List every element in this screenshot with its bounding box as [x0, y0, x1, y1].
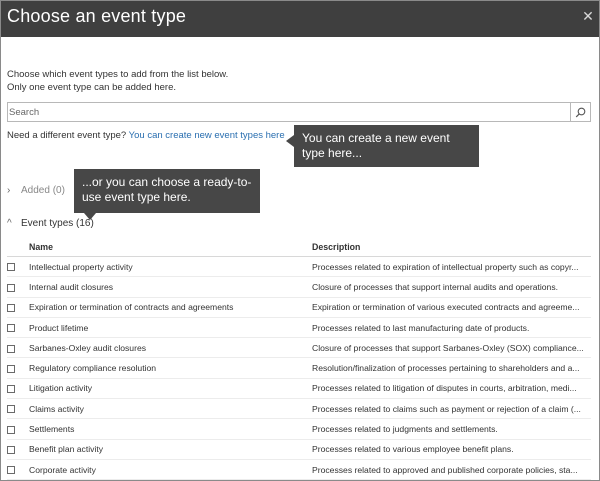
added-section-toggle[interactable]: › Added (0): [7, 185, 65, 196]
event-type-description: Processes related to expiration of intel…: [312, 256, 591, 278]
row-checkbox[interactable]: [7, 263, 15, 272]
table-row[interactable]: Sarbanes-Oxley audit closures Closure of …: [7, 337, 591, 359]
row-checkbox[interactable]: [7, 344, 15, 353]
row-checkbox-cell: [7, 459, 29, 480]
select-column-header: [7, 237, 29, 257]
row-checkbox-cell: [7, 418, 29, 440]
create-prompt: Need a different event type?: [7, 130, 127, 141]
table-row[interactable]: Regulatory compliance resolution Resoluti…: [7, 357, 591, 379]
row-checkbox[interactable]: [7, 303, 15, 312]
row-checkbox-cell: [7, 439, 29, 460]
row-checkbox[interactable]: [7, 283, 15, 292]
table-row[interactable]: Internal audit closures Closure of proces…: [7, 276, 591, 298]
intro-line-1: Choose which event types to add from the…: [7, 69, 229, 80]
event-type-name: Corporate activity: [29, 459, 312, 480]
table-row[interactable]: Settlements Processes related to judgment…: [7, 418, 591, 440]
event-type-description: Processes related to litigation of dispu…: [312, 378, 591, 400]
row-checkbox-cell: [7, 297, 29, 318]
search-icon: [575, 107, 586, 117]
row-checkbox-cell: [7, 317, 29, 339]
dialog-titlebar: Choose an event type ✕: [1, 1, 599, 37]
name-column-header[interactable]: Name: [29, 237, 312, 257]
event-type-name: Claims activity: [29, 398, 312, 420]
event-type-description: Closure of processes that support intern…: [312, 276, 591, 298]
row-checkbox[interactable]: [7, 364, 15, 373]
event-type-description: Processes related to last manufacturing …: [312, 317, 591, 339]
row-checkbox-cell: [7, 276, 29, 298]
event-type-description: Processes related to various employee be…: [312, 439, 591, 460]
close-icon[interactable]: ✕: [581, 9, 595, 23]
row-checkbox[interactable]: [7, 324, 15, 333]
table-row[interactable]: Benefit plan activity Processes related t…: [7, 439, 591, 460]
event-type-name: Regulatory compliance resolution: [29, 357, 312, 379]
table-row[interactable]: Intellectual property activity Processes …: [7, 256, 591, 278]
event-types-section-label: Event types (16): [21, 218, 94, 229]
event-type-name: Intellectual property activity: [29, 256, 312, 278]
table-header-row: Name Description: [7, 237, 591, 257]
event-type-name: Internal audit closures: [29, 276, 312, 298]
chevron-up-icon: ^: [7, 218, 12, 229]
intro-line-2: Only one event type can be added here.: [7, 82, 177, 93]
create-callout: You can create a new event type here...: [286, 125, 479, 167]
event-type-name: Benefit plan activity: [29, 439, 312, 460]
callout-arrow: [84, 213, 96, 220]
search-box: [7, 102, 591, 122]
description-column-header[interactable]: Description: [312, 237, 591, 257]
event-type-name: Settlements: [29, 418, 312, 440]
row-checkbox-cell: [7, 398, 29, 420]
event-types-table: Name Description Intellectual property a…: [7, 237, 591, 480]
event-type-name: Expiration or termination of contracts a…: [29, 297, 312, 318]
table-row[interactable]: Claims activity Processes related to clai…: [7, 398, 591, 420]
row-checkbox-cell: [7, 357, 29, 379]
event-type-description: Closure of processes that support Sarban…: [312, 337, 591, 359]
row-checkbox-cell: [7, 337, 29, 359]
table-row[interactable]: Expiration or termination of contracts a…: [7, 297, 591, 318]
callout-arrow: [286, 135, 294, 147]
intro-text: Choose which event types to add from the…: [7, 68, 228, 94]
table-row[interactable]: Litigation activity Processes related to …: [7, 378, 591, 400]
table-row[interactable]: Product lifetime Processes related to las…: [7, 317, 591, 339]
choose-callout-text: ...or you can choose a ready-to-use even…: [82, 175, 252, 204]
table-row[interactable]: Corporate activity Processes related to a…: [7, 459, 591, 480]
row-checkbox[interactable]: [7, 446, 15, 455]
event-type-description: Resolution/finalization of processes per…: [312, 357, 591, 379]
choose-callout: ...or you can choose a ready-to-use even…: [74, 169, 260, 220]
row-checkbox[interactable]: [7, 466, 15, 475]
event-type-name: Litigation activity: [29, 378, 312, 400]
create-event-type-row: Need a different event type? You can cre…: [7, 130, 285, 141]
event-type-description: Processes related to claims such as paym…: [312, 398, 591, 420]
search-input[interactable]: [8, 103, 569, 121]
event-type-description: Expiration or termination of various exe…: [312, 297, 591, 318]
added-section-label: Added (0): [21, 185, 65, 196]
table-body: Intellectual property activity Processes …: [7, 256, 591, 480]
search-button[interactable]: [570, 103, 590, 121]
event-type-dialog: Choose an event type ✕ Choose which even…: [0, 0, 600, 481]
row-checkbox[interactable]: [7, 385, 15, 394]
row-checkbox[interactable]: [7, 405, 15, 414]
event-type-name: Product lifetime: [29, 317, 312, 339]
row-checkbox-cell: [7, 378, 29, 400]
create-event-type-link[interactable]: You can create new event types here: [129, 130, 285, 141]
dialog-title: Choose an event type: [7, 6, 187, 26]
chevron-right-icon: ›: [7, 185, 11, 196]
event-types-section-toggle[interactable]: ^ Event types (16): [7, 218, 94, 229]
event-type-description: Processes related to judgments and settl…: [312, 418, 591, 440]
row-checkbox[interactable]: [7, 425, 15, 434]
row-checkbox-cell: [7, 256, 29, 278]
event-type-name: Sarbanes-Oxley audit closures: [29, 337, 312, 359]
create-callout-text: You can create a new event type here...: [302, 131, 450, 160]
event-type-description: Processes related to approved and publis…: [312, 459, 591, 480]
